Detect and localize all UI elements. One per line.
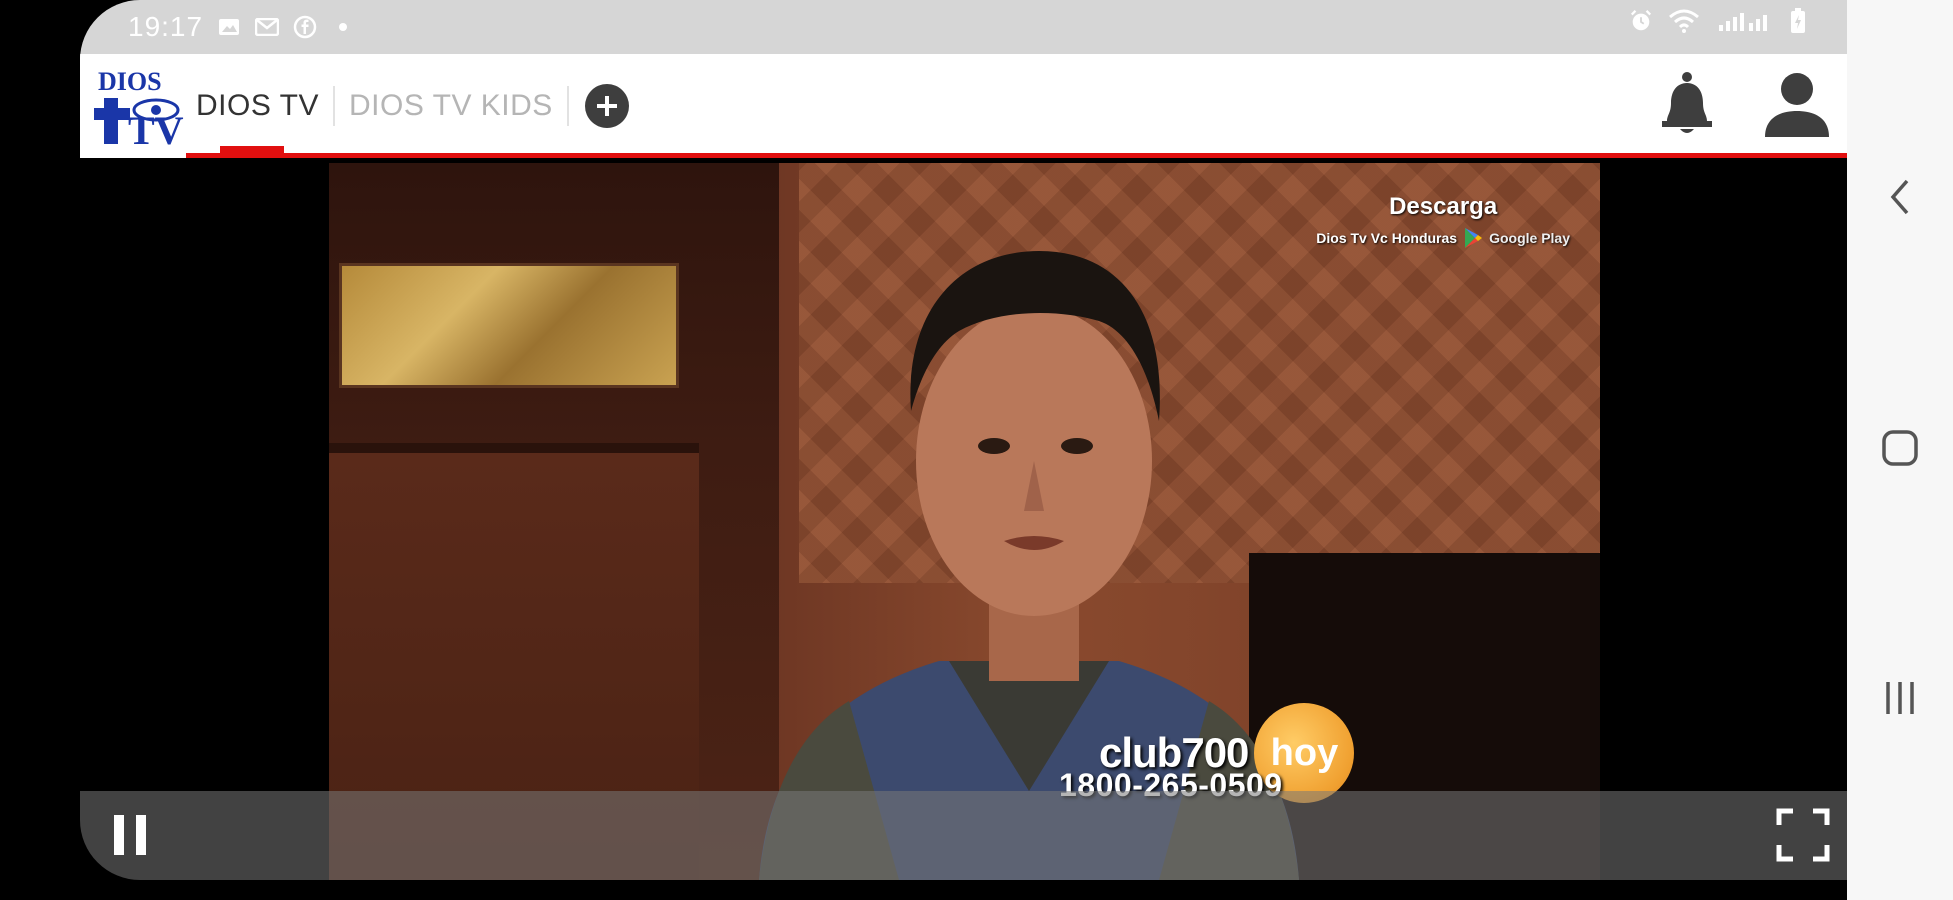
channel-tabs: DIOS TV DIOS TV KIDS: [186, 54, 629, 158]
back-button[interactable]: [1867, 164, 1933, 230]
status-time: 19:17: [128, 11, 204, 42]
plus-circle-icon: [596, 96, 617, 116]
wifi-icon: [1667, 9, 1701, 33]
pause-icon: [114, 815, 146, 855]
home-button[interactable]: [1867, 415, 1933, 481]
image-icon: [217, 16, 241, 38]
facebook-icon: [293, 15, 317, 39]
fullscreen-button[interactable]: [1773, 805, 1833, 865]
fullscreen-icon: [1776, 808, 1830, 862]
recents-icon: [1886, 682, 1914, 714]
alarm-icon: [1629, 10, 1653, 32]
notifications-button[interactable]: [1647, 68, 1727, 140]
pause-button[interactable]: [104, 809, 156, 861]
mail-icon: [255, 16, 280, 38]
app-logo: DIOS TV: [80, 54, 186, 158]
google-play-label: Google Play: [1489, 230, 1570, 246]
google-play-icon: [1465, 228, 1483, 248]
add-tab-button[interactable]: [584, 84, 629, 128]
tab-dios-tv-kids[interactable]: DIOS TV KIDS: [339, 54, 563, 158]
video-player[interactable]: Descarga Dios Tv Vc Honduras Google Play…: [80, 163, 1847, 880]
video-frame: Descarga Dios Tv Vc Honduras Google Play…: [329, 163, 1600, 880]
phone-screen: 19:17 DIOS TV DIOS TV DIOS TV KIDS Desca…: [80, 0, 1847, 880]
recents-button[interactable]: [1867, 665, 1933, 731]
tab-dios-tv[interactable]: DIOS TV: [186, 54, 329, 158]
download-title: Descarga: [1389, 193, 1498, 220]
back-icon: [1890, 179, 1909, 215]
dot-icon: [331, 16, 355, 38]
tab-divider: [566, 86, 569, 126]
battery-icon: [1789, 8, 1807, 33]
tab-dios-tv-kids-label: DIOS TV KIDS: [348, 89, 553, 122]
bell-icon: [1662, 72, 1712, 133]
download-subtitle: Dios Tv Vc Honduras: [1316, 230, 1458, 246]
user-icon: [1765, 73, 1829, 137]
status-bar: 19:17: [80, 0, 1847, 54]
logo-text-dios: DIOS: [98, 67, 162, 96]
player-controls: [80, 791, 1847, 880]
home-icon: [1882, 430, 1918, 466]
tab-divider: [332, 86, 335, 126]
profile-button[interactable]: [1757, 68, 1837, 140]
signal-icon: [1715, 10, 1775, 32]
active-tab-indicator: [220, 146, 284, 158]
app-header: DIOS TV DIOS TV DIOS TV KIDS: [80, 54, 1847, 158]
system-nav-bar: [1847, 0, 1953, 900]
cabinet-gold-panel: [339, 263, 679, 388]
download-overlay: Descarga Dios Tv Vc Honduras Google Play: [1316, 193, 1570, 249]
tab-dios-tv-label: DIOS TV: [196, 89, 319, 122]
